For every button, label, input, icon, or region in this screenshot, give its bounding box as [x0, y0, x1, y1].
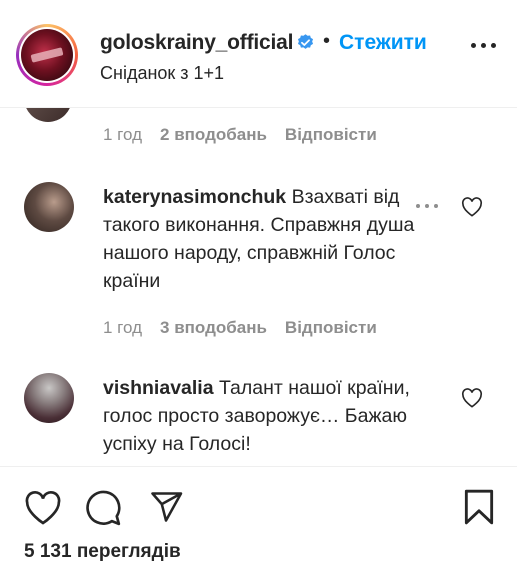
avatar-image	[21, 29, 73, 81]
comment-bubble-icon[interactable]	[84, 489, 122, 527]
comment-avatar-partial[interactable]	[24, 108, 72, 122]
more-options-icon[interactable]	[470, 34, 498, 56]
reply-button[interactable]: Відповісти	[285, 318, 377, 337]
paper-plane-icon[interactable]	[148, 489, 184, 525]
post-location[interactable]: Сніданок з 1+1	[100, 63, 224, 84]
comment-time[interactable]: 1 год	[103, 318, 142, 337]
comment-time[interactable]: 1 год	[103, 125, 142, 144]
comment-like-heart-icon[interactable]	[461, 197, 483, 217]
comment-likes[interactable]: 2 вподобань	[160, 125, 267, 144]
comment-options-icon[interactable]	[414, 203, 442, 211]
comment-like-heart-icon[interactable]	[461, 388, 483, 408]
views-count[interactable]: 5 131 переглядів	[24, 541, 181, 563]
bookmark-icon[interactable]	[462, 488, 496, 526]
comment-username[interactable]: katerynasimonchuk	[103, 186, 286, 208]
comment-avatar[interactable]	[24, 182, 74, 232]
reply-button[interactable]: Відповісти	[285, 125, 377, 144]
comment-username[interactable]: vishniavalia	[103, 377, 214, 399]
post-header: goloskrainy_official • Стежити Сніданок …	[0, 0, 517, 108]
comment-meta: 1 год 2 вподобань Відповісти	[103, 125, 377, 145]
verified-badge-icon	[297, 34, 314, 49]
comment-body: vishniavalia Талант нашої країни, голос …	[103, 374, 433, 458]
comment-likes[interactable]: 3 вподобань	[160, 318, 267, 337]
heart-icon[interactable]	[24, 490, 62, 526]
follow-button[interactable]: Стежити	[339, 31, 427, 55]
comment-meta: 1 год 3 вподобань Відповісти	[103, 318, 377, 338]
avatar-inner	[19, 27, 75, 83]
comment-body: katerynasimonchuk Взахваті від такого ви…	[103, 183, 433, 295]
username[interactable]: goloskrainy_official	[100, 31, 293, 55]
comment-avatar[interactable]	[24, 373, 74, 423]
profile-avatar[interactable]	[16, 24, 78, 86]
separator-dot: •	[323, 30, 331, 52]
